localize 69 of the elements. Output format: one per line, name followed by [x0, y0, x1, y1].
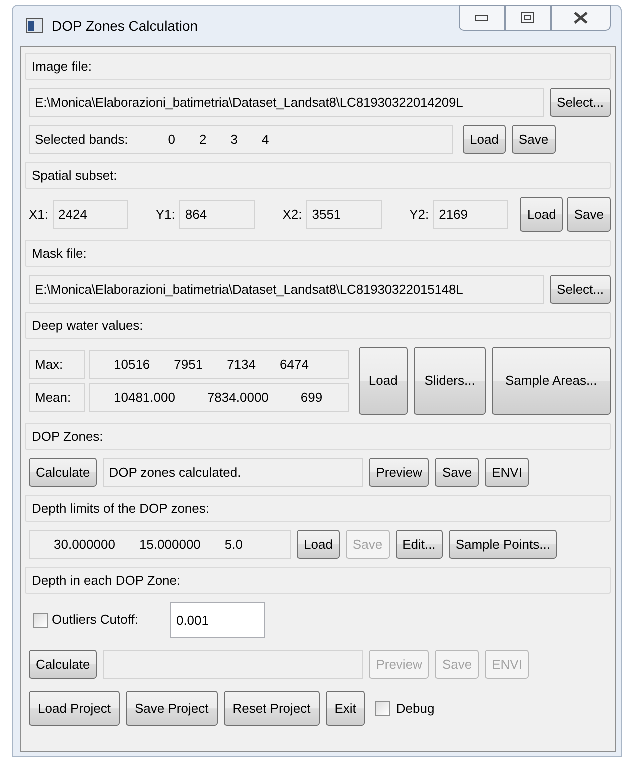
section-header: Deep water values: — [25, 312, 611, 339]
button[interactable]: Save — [435, 458, 480, 487]
band-value: 2 — [199, 131, 207, 149]
button[interactable]: Load — [520, 197, 564, 232]
field-label: Selected bands: — [35, 131, 128, 149]
button[interactable]: Load — [358, 347, 408, 415]
section-header: Image file: — [25, 53, 611, 80]
coordinate-field: 3551 — [306, 200, 382, 229]
checkbox[interactable] — [33, 612, 48, 628]
button[interactable]: Load — [463, 125, 506, 154]
value-text: 15.000000 — [139, 536, 201, 554]
button[interactable]: Load Project — [29, 691, 120, 726]
value-text: 10516 — [114, 356, 150, 374]
window-title: DOP Zones Calculation — [52, 16, 198, 36]
cutoff-input[interactable]: 0.001 — [170, 602, 266, 638]
button[interactable]: Save — [567, 197, 611, 232]
section-header: Mask file: — [25, 240, 611, 267]
coordinate-field: 2169 — [433, 200, 508, 229]
checkbox[interactable] — [375, 701, 390, 716]
value-text: 10481.000 — [114, 389, 176, 407]
value-text: 699 — [300, 389, 323, 407]
button[interactable]: Preview — [369, 458, 430, 487]
maximize-button[interactable] — [505, 5, 551, 31]
button[interactable]: Reset Project — [224, 691, 320, 726]
value-label: Mean: — [29, 383, 85, 412]
value-text: 7834.0000 — [207, 389, 269, 407]
checkbox-label: Outliers Cutoff: — [52, 611, 138, 630]
minimize-button[interactable] — [459, 5, 505, 31]
button[interactable]: Exit — [326, 691, 366, 726]
button[interactable]: Sample Areas... — [492, 347, 611, 415]
maximize-icon — [521, 12, 535, 24]
button[interactable]: Sliders... — [414, 347, 486, 415]
section-header: Depth limits of the DOP zones: — [25, 495, 611, 522]
button[interactable]: Select... — [550, 88, 611, 117]
button[interactable]: Load — [297, 530, 340, 559]
status-field: DOP zones calculated. — [103, 458, 364, 487]
coordinate-field: 864 — [179, 200, 255, 229]
minimize-icon — [475, 14, 489, 22]
close-icon — [573, 11, 589, 25]
coordinate-label: X2: — [282, 206, 302, 224]
value-text: 7951 — [174, 356, 204, 374]
section-header: Depth in each DOP Zone: — [25, 567, 611, 594]
close-button[interactable] — [551, 5, 611, 31]
band-value: 0 — [168, 131, 176, 149]
button[interactable]: Save — [512, 125, 556, 154]
checkbox-label: Debug — [396, 700, 435, 718]
button[interactable]: Edit... — [396, 530, 443, 559]
value-text: 7134 — [227, 356, 256, 374]
button[interactable]: Save Project — [126, 691, 218, 726]
app-icon — [26, 18, 44, 34]
section-header: DOP Zones: — [25, 423, 611, 450]
value-text: 6474 — [280, 356, 309, 374]
band-value: 3 — [230, 131, 238, 149]
button[interactable]: Select... — [550, 275, 611, 304]
coordinate-field: 2424 — [52, 200, 128, 229]
band-value: 4 — [262, 131, 270, 149]
path-field: E:\Monica\Elaborazioni_batimetria\Dataset_Landsat8\LC81930322015148L — [29, 275, 544, 304]
coordinate-label: X1: — [29, 206, 49, 224]
button[interactable]: Sample Points... — [448, 530, 558, 559]
value-label: Max: — [29, 350, 85, 379]
button[interactable]: Calculate — [29, 650, 98, 679]
path-field: E:\Monica\Elaborazioni_batimetria\Dataset_Landsat8\LC81930322014209L — [29, 88, 544, 117]
coordinate-label: Y1: — [156, 206, 176, 224]
button[interactable]: Calculate — [29, 458, 98, 487]
value-text: 30.000000 — [54, 536, 116, 554]
section-header: Spatial subset: — [25, 162, 611, 189]
button[interactable]: ENVI — [485, 458, 530, 487]
coordinate-label: Y2: — [410, 206, 430, 224]
value-text: 5.0 — [224, 536, 243, 554]
